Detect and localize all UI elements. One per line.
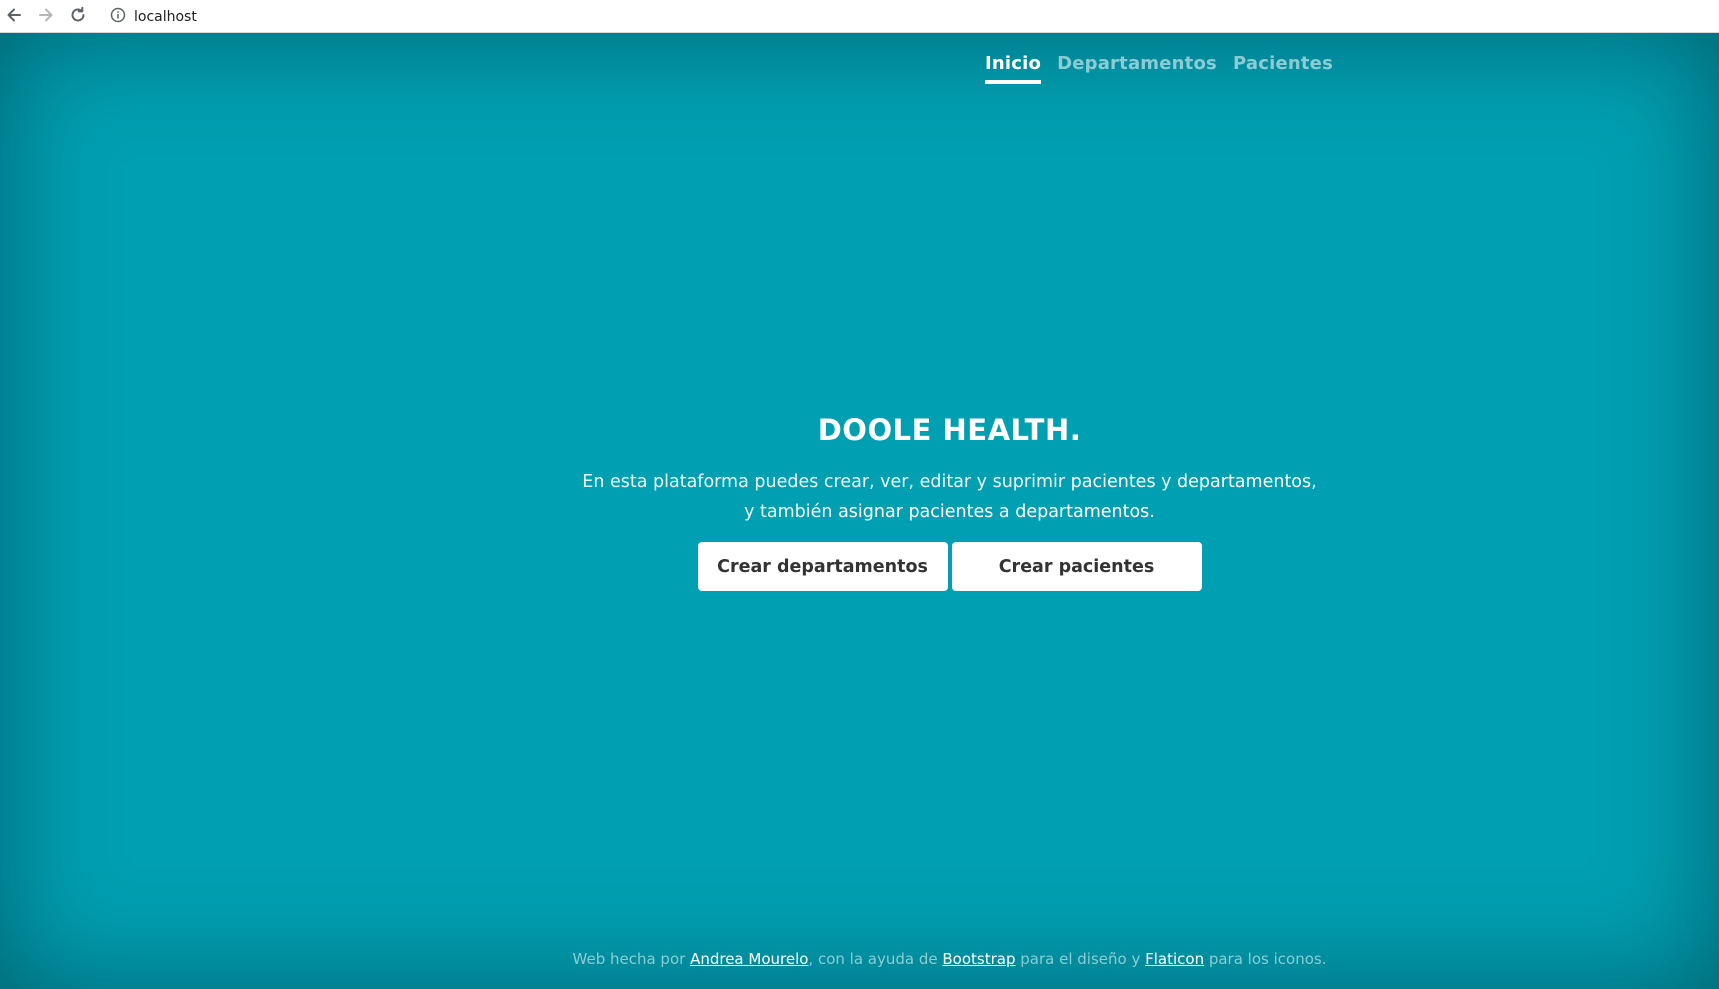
cover-section: DOOLE HEALTH. En esta plataforma puedes … <box>0 413 1719 591</box>
lead-emphasis-departamentos: departamentos <box>1177 472 1312 492</box>
main-nav: Inicio Departamentos Pacientes <box>984 53 1333 84</box>
create-patients-button[interactable]: Crear pacientes <box>951 542 1202 591</box>
arrow-right-icon <box>37 6 55 24</box>
author-link[interactable]: Andrea Mourelo <box>690 950 808 968</box>
info-icon[interactable] <box>110 7 126 27</box>
lead-text-part: . <box>1149 502 1155 522</box>
nav-link-departamentos[interactable]: Departamentos <box>1057 53 1217 84</box>
back-button[interactable] <box>2 3 26 27</box>
lead-emphasis-pacientes: pacientes <box>1070 472 1156 492</box>
lead-emphasis-asignar: asignar pacientes a departamentos <box>838 502 1150 522</box>
footer: Web hecha por Andrea Mourelo, con la ayu… <box>0 950 1719 968</box>
reload-icon <box>69 6 87 24</box>
address-bar[interactable]: localhost <box>110 0 197 33</box>
create-departments-button[interactable]: Crear departamentos <box>697 542 948 591</box>
footer-text: , con la ayuda de <box>808 950 943 968</box>
lead-text-part: , <box>1311 472 1317 492</box>
footer-text: para el diseño y <box>1015 950 1146 968</box>
reload-button[interactable] <box>66 3 90 27</box>
bootstrap-link[interactable]: Bootstrap <box>942 950 1015 968</box>
lead-text-part: y <box>1155 472 1178 492</box>
lead-text: En esta plataforma puedes crear, ver, ed… <box>0 467 1719 527</box>
page-title: DOOLE HEALTH. <box>817 413 1082 447</box>
page-background: Inicio Departamentos Pacientes DOOLE HEA… <box>0 33 1719 989</box>
url-text[interactable]: localhost <box>134 9 197 25</box>
browser-toolbar: localhost <box>0 0 1719 33</box>
lead-text-part: y también <box>744 502 839 522</box>
action-buttons: Crear departamentos Crear pacientes <box>0 542 1719 591</box>
footer-text: para los iconos. <box>1204 950 1327 968</box>
forward-button[interactable] <box>34 3 58 27</box>
arrow-left-icon <box>5 6 23 24</box>
nav-link-pacientes[interactable]: Pacientes <box>1233 53 1333 84</box>
flaticon-link[interactable]: Flaticon <box>1145 950 1204 968</box>
lead-text-part: En esta plataforma puedes crear, ver, ed… <box>582 472 1071 492</box>
nav-link-inicio[interactable]: Inicio <box>984 53 1042 84</box>
footer-text: Web hecha por <box>572 950 691 968</box>
